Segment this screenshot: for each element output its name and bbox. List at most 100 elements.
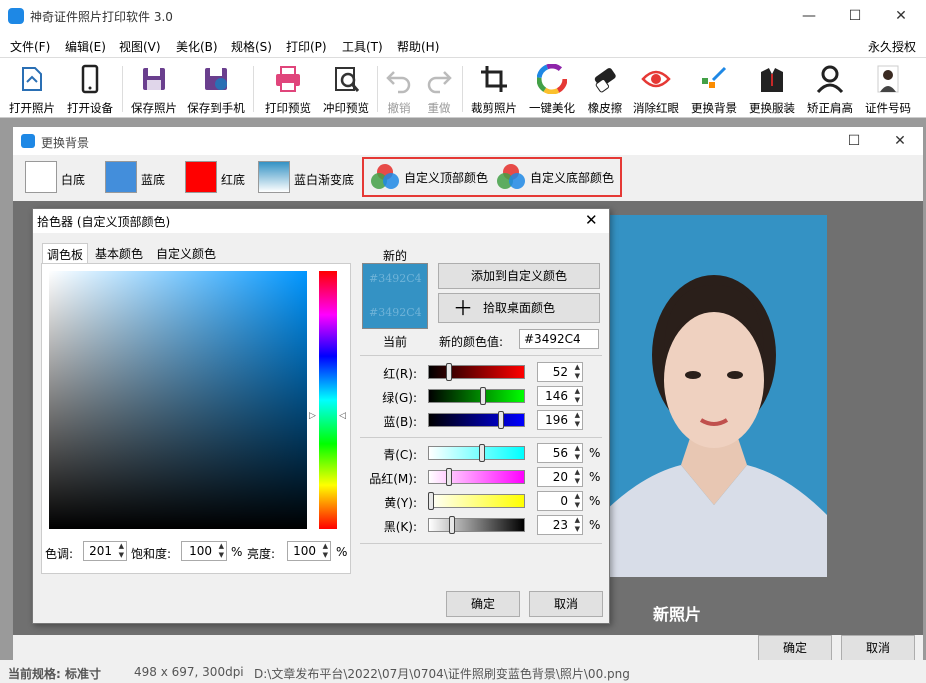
brightness-input[interactable]: 100 ▲ ▼ <box>287 541 331 561</box>
saturation-brightness-field[interactable] <box>49 271 307 529</box>
menu-spec[interactable]: 规格(S) <box>231 38 272 55</box>
save-to-phone-icon <box>205 68 227 90</box>
cyan-slider[interactable] <box>428 446 525 460</box>
rgb-circles-icon[interactable] <box>369 163 401 191</box>
custom-top-color-label[interactable]: 自定义顶部颜色 <box>404 169 488 186</box>
blue-white-gradient-label[interactable]: 蓝白渐变底 <box>294 171 354 188</box>
hue-input[interactable]: 201 ▲ ▼ <box>83 541 127 561</box>
change-background-button[interactable]: 更换背景 <box>685 60 743 116</box>
print-preview-button[interactable]: 打印预览 <box>259 60 317 116</box>
white-bg-swatch[interactable] <box>25 161 57 193</box>
cyan-slider-thumb[interactable] <box>478 444 485 462</box>
dialog-ok-button[interactable]: 确定 <box>758 635 832 661</box>
blue-slider[interactable] <box>428 413 525 427</box>
tab-basic-colors[interactable]: 基本颜色 <box>91 243 147 263</box>
develop-preview-button[interactable]: 冲印预览 <box>317 60 375 116</box>
add-custom-color-button[interactable]: 添加到自定义颜色 <box>438 263 600 289</box>
spin-arrows-icon[interactable]: ▲ ▼ <box>575 411 580 429</box>
menu-tools[interactable]: 工具(T) <box>342 38 383 55</box>
hue-label: 色调: <box>45 547 74 561</box>
picker-ok-button[interactable]: 确定 <box>446 591 520 617</box>
yellow-slider[interactable] <box>428 494 525 508</box>
crop-icon <box>481 66 507 92</box>
open-device-button[interactable]: 打开设备 <box>61 60 119 116</box>
cyan-input[interactable]: 56 ▲ ▼ <box>537 443 583 463</box>
new-color-value-input[interactable]: #3492C4 <box>519 329 599 349</box>
spin-arrows-icon[interactable]: ▲ ▼ <box>575 492 580 510</box>
menu-edit[interactable]: 编辑(E) <box>65 38 106 55</box>
red-slider[interactable] <box>428 365 525 379</box>
yellow-input[interactable]: 0 ▲ ▼ <box>537 491 583 511</box>
close-button[interactable]: ✕ <box>878 0 924 32</box>
minimize-button[interactable]: — <box>786 0 832 32</box>
current-color-label: 当前 <box>383 335 408 349</box>
spin-arrows-icon[interactable]: ▲ ▼ <box>119 542 124 560</box>
maximize-button[interactable]: ☐ <box>832 0 878 32</box>
spin-arrows-icon[interactable]: ▲ ▼ <box>323 542 328 560</box>
spin-arrows-icon[interactable]: ▲ ▼ <box>575 468 580 486</box>
tab-palette[interactable]: 调色板 <box>42 243 89 263</box>
menu-print[interactable]: 打印(P) <box>286 38 327 55</box>
save-photo-button[interactable]: 保存照片 <box>125 60 183 116</box>
red-input[interactable]: 52 ▲ ▼ <box>537 362 583 382</box>
picker-cancel-button[interactable]: 取消 <box>529 591 603 617</box>
spin-arrows-icon[interactable]: ▲ ▼ <box>575 516 580 534</box>
menu-beautify[interactable]: 美化(B) <box>176 38 218 55</box>
custom-bottom-color-label[interactable]: 自定义底部颜色 <box>530 169 614 186</box>
saturation-input[interactable]: 100 ▲ ▼ <box>181 541 227 561</box>
license-label[interactable]: 永久授权 <box>868 38 916 55</box>
open-photo-button[interactable]: 打开照片 <box>3 60 61 116</box>
black-slider-thumb[interactable] <box>448 516 455 534</box>
spin-arrows-icon[interactable]: ▲ ▼ <box>575 363 580 381</box>
save-to-phone-button[interactable]: 保存到手机 <box>187 60 245 116</box>
dialog-cancel-button[interactable]: 取消 <box>841 635 915 661</box>
eraser-button[interactable]: 橡皮擦 <box>576 60 634 116</box>
one-click-beautify-button[interactable]: 一键美化 <box>523 60 581 116</box>
white-bg-label[interactable]: 白底 <box>61 171 85 188</box>
menu-view[interactable]: 视图(V) <box>119 38 161 55</box>
red-slider-thumb[interactable] <box>446 363 453 381</box>
red-bg-label[interactable]: 红底 <box>221 171 245 188</box>
hue-pointer-left-icon[interactable]: ▷ <box>309 411 316 421</box>
crop-photo-button[interactable]: 裁剪照片 <box>465 60 523 116</box>
red-bg-swatch[interactable] <box>185 161 217 193</box>
blue-bg-swatch[interactable] <box>105 161 137 193</box>
spin-arrows-icon[interactable]: ▲ ▼ <box>575 444 580 462</box>
change-clothes-button[interactable]: 更换服装 <box>743 60 801 116</box>
magenta-slider-thumb[interactable] <box>446 468 453 486</box>
menu-help[interactable]: 帮助(H) <box>397 38 439 55</box>
blue-white-gradient-swatch[interactable] <box>258 161 290 193</box>
pick-desktop-color-button[interactable]: ＋ 拾取桌面颜色 <box>438 293 600 323</box>
blue-bg-label[interactable]: 蓝底 <box>141 171 165 188</box>
magenta-slider[interactable] <box>428 470 525 484</box>
toolbar-divider <box>253 66 254 112</box>
menu-file[interactable]: 文件(F) <box>10 38 50 55</box>
hue-slider[interactable] <box>319 271 337 529</box>
remove-red-eye-button[interactable]: 消除红眼 <box>627 60 685 116</box>
dialog-close-button[interactable]: ✕ <box>877 127 923 155</box>
blue-slider-thumb[interactable] <box>498 411 505 429</box>
shoulder-icon <box>816 65 844 94</box>
dialog-maximize-button[interactable]: ☐ <box>831 127 877 155</box>
id-photo-icon <box>877 65 899 93</box>
magenta-input[interactable]: 20 ▲ ▼ <box>537 467 583 487</box>
green-slider-thumb[interactable] <box>479 387 486 405</box>
correct-shoulder-button[interactable]: 矫正肩高 <box>801 60 859 116</box>
picker-title-bar: 拾色器 (自定义顶部颜色) ✕ <box>33 209 609 233</box>
current-hex-overlay: #3492C4 <box>369 306 422 319</box>
picker-close-icon[interactable]: ✕ <box>585 211 598 229</box>
yellow-slider-thumb[interactable] <box>428 492 434 510</box>
rgb-circles-icon[interactable] <box>495 163 527 191</box>
spin-arrows-icon[interactable]: ▲ ▼ <box>219 542 224 560</box>
color-preview-swatch: #3492C4 #3492C4 <box>362 263 428 329</box>
tab-custom-colors[interactable]: 自定义颜色 <box>152 243 220 263</box>
redo-button[interactable]: 重做 <box>410 60 468 116</box>
green-input[interactable]: 146 ▲ ▼ <box>537 386 583 406</box>
spin-arrows-icon[interactable]: ▲ ▼ <box>575 387 580 405</box>
id-number-button[interactable]: 证件号码 <box>859 60 917 116</box>
hue-pointer-right-icon[interactable]: ◁ <box>339 411 346 421</box>
blue-input[interactable]: 196 ▲ ▼ <box>537 410 583 430</box>
green-slider[interactable] <box>428 389 525 403</box>
black-input[interactable]: 23 ▲ ▼ <box>537 515 583 535</box>
black-slider[interactable] <box>428 518 525 532</box>
